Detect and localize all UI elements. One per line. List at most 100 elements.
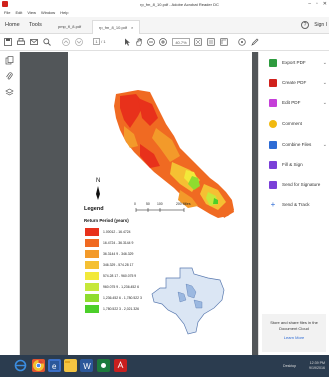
tool-comment[interactable]: Comment — [269, 119, 329, 129]
tool-label: Comment — [282, 121, 302, 126]
print-icon[interactable] — [17, 38, 25, 46]
mail-icon[interactable] — [30, 38, 38, 46]
pdf-page: N Legend Return Period (years) 0 50 100 … — [68, 52, 252, 355]
zoom-level-select[interactable]: 40.7% — [172, 38, 190, 46]
windows-taskbar: e W Desktop 12:39 PM 9/19/2016 — [0, 355, 329, 377]
search-icon[interactable] — [43, 38, 51, 46]
scale-bar — [135, 208, 185, 212]
export-pdf-icon — [269, 59, 277, 67]
legend-swatch-7 — [85, 294, 99, 302]
texas-inset-map — [151, 267, 225, 335]
legend-swatch-5 — [85, 272, 99, 280]
chevron-down-icon[interactable]: ⌄ — [323, 140, 327, 150]
save-icon[interactable] — [4, 38, 12, 46]
chevron-down-icon[interactable]: ⌄ — [323, 58, 327, 68]
page-down-icon[interactable] — [75, 38, 83, 46]
chevron-down-icon[interactable]: ⌄ — [323, 78, 327, 88]
zoom-out-icon[interactable] — [147, 38, 155, 46]
document-viewer[interactable]: N Legend Return Period (years) 0 50 100 … — [20, 52, 276, 355]
zoom-in-icon[interactable] — [159, 38, 167, 46]
menu-help[interactable]: Help — [60, 9, 68, 17]
create-pdf-icon — [269, 79, 277, 87]
page-number-input[interactable]: 1 — [93, 38, 100, 45]
legend-swatch-4 — [85, 261, 99, 269]
legend-subtitle: Return Period (years) — [84, 218, 129, 223]
doc-tab-pmp[interactable]: pmp_fl_8.pdf — [52, 20, 92, 34]
legend-item-7: 1,236.452 6 - 1,780.522 3 — [103, 296, 142, 300]
menu-view[interactable]: View — [27, 9, 36, 17]
outlook-icon[interactable]: e — [48, 359, 61, 372]
learn-more-link[interactable]: Learn More — [262, 335, 326, 341]
acrobat-app-icon — [2, 1, 8, 7]
send-for-signature-icon — [269, 181, 277, 189]
tool-create-pdf[interactable]: Create PDF ⌄ — [269, 78, 329, 88]
legend-swatch-3 — [85, 250, 99, 258]
doc-tab-label: rp_fm_8_10.pdf — [99, 25, 128, 30]
help-icon[interactable]: ? — [301, 21, 309, 29]
menu-file[interactable]: File — [4, 9, 10, 17]
clock-date: 9/19/2016 — [309, 366, 325, 370]
close-window-button[interactable]: ✕ — [323, 0, 327, 9]
tool-label: Export PDF — [282, 60, 306, 65]
hand-tool-icon[interactable] — [135, 38, 143, 46]
page-up-icon[interactable] — [62, 38, 70, 46]
system-clock[interactable]: 12:39 PM 9/19/2016 — [309, 361, 325, 371]
tool-combine-files[interactable]: Combine Files ⌄ — [269, 140, 329, 150]
legend-item-3: 36.3144 9 - 346.329 — [103, 252, 134, 256]
tab-bar: Home Tools pmp_fl_8.pdf rp_fm_8_10.pdf × … — [0, 17, 329, 34]
tool-export-pdf[interactable]: Export PDF ⌄ — [269, 58, 329, 68]
comment-icon[interactable] — [238, 38, 246, 46]
select-cursor-icon[interactable] — [123, 38, 131, 46]
toolbar: 1 / 1 40.7% — [0, 34, 329, 51]
page-view-icon[interactable] — [207, 38, 215, 46]
legend-item-5: 574.28 17 - 960.075 9 — [103, 274, 137, 278]
legend-swatch-8 — [85, 305, 99, 313]
close-tab-icon[interactable]: × — [131, 25, 133, 30]
menu-edit[interactable]: Edit — [15, 9, 22, 17]
acrobat-taskbar-icon[interactable] — [114, 359, 127, 372]
maximize-button[interactable]: ▫ — [316, 0, 318, 9]
chevron-down-icon[interactable]: ⌄ — [323, 98, 327, 108]
page-thumbnails-icon[interactable] — [5, 56, 14, 65]
scale-tick: 50 — [146, 202, 150, 206]
tool-send-for-signature[interactable]: Send for Signature — [269, 180, 329, 190]
page-indicator: 1 / 1 — [93, 38, 106, 46]
menu-window[interactable]: Window — [41, 9, 55, 17]
combine-files-icon — [269, 141, 277, 149]
rotate-view-icon[interactable] — [220, 38, 228, 46]
doc-tab-label: pmp_fl_8.pdf — [58, 24, 82, 29]
legend-title: Legend — [84, 206, 104, 212]
file-explorer-icon[interactable] — [64, 359, 77, 372]
layers-icon[interactable] — [5, 88, 14, 97]
tool-label: Create PDF — [282, 80, 307, 85]
legend-swatch-1 — [85, 228, 99, 236]
page-total: / 1 — [101, 39, 106, 44]
ie-browser-icon[interactable] — [14, 359, 27, 372]
tool-edit-pdf[interactable]: Edit PDF ⌄ — [269, 98, 329, 108]
edit-pdf-icon — [269, 99, 277, 107]
sign-in-link[interactable]: Sign I — [314, 22, 327, 28]
tool-send-track[interactable]: + Send & Track — [269, 200, 329, 210]
tab-tools[interactable]: Tools — [29, 22, 42, 28]
legend-item-6: 960.075 9 - 1,236.452 6 — [103, 285, 140, 289]
north-arrow-icon — [96, 186, 100, 200]
window-controls: – ▫ ✕ — [308, 0, 327, 9]
word-icon[interactable]: W — [80, 359, 93, 372]
highlight-pen-icon[interactable] — [251, 38, 259, 46]
legend-item-1: 1.00012 - 16.4724 — [103, 230, 131, 234]
fill-sign-icon — [269, 161, 277, 169]
legend-item-8: 1,780.522 3 - 2,021.326 — [103, 307, 140, 311]
chrome-browser-icon[interactable] — [32, 359, 45, 372]
fit-page-icon[interactable] — [194, 38, 202, 46]
attachments-icon[interactable] — [5, 72, 14, 81]
minimize-button[interactable]: – — [308, 0, 311, 9]
tab-home[interactable]: Home — [5, 22, 20, 28]
desktop-toolbar-label[interactable]: Desktop — [283, 364, 296, 368]
legend-swatch-2 — [85, 239, 99, 247]
tool-fill-sign[interactable]: Fill & Sign — [269, 160, 329, 170]
excel-icon[interactable] — [97, 359, 110, 372]
tools-pane: Export PDF ⌄ Create PDF ⌄ Edit PDF ⌄ Com… — [258, 52, 329, 355]
doc-tab-active[interactable]: rp_fm_8_10.pdf × — [92, 20, 140, 34]
scale-tick: 100 — [157, 202, 163, 206]
tool-label: Send & Track — [282, 202, 310, 207]
